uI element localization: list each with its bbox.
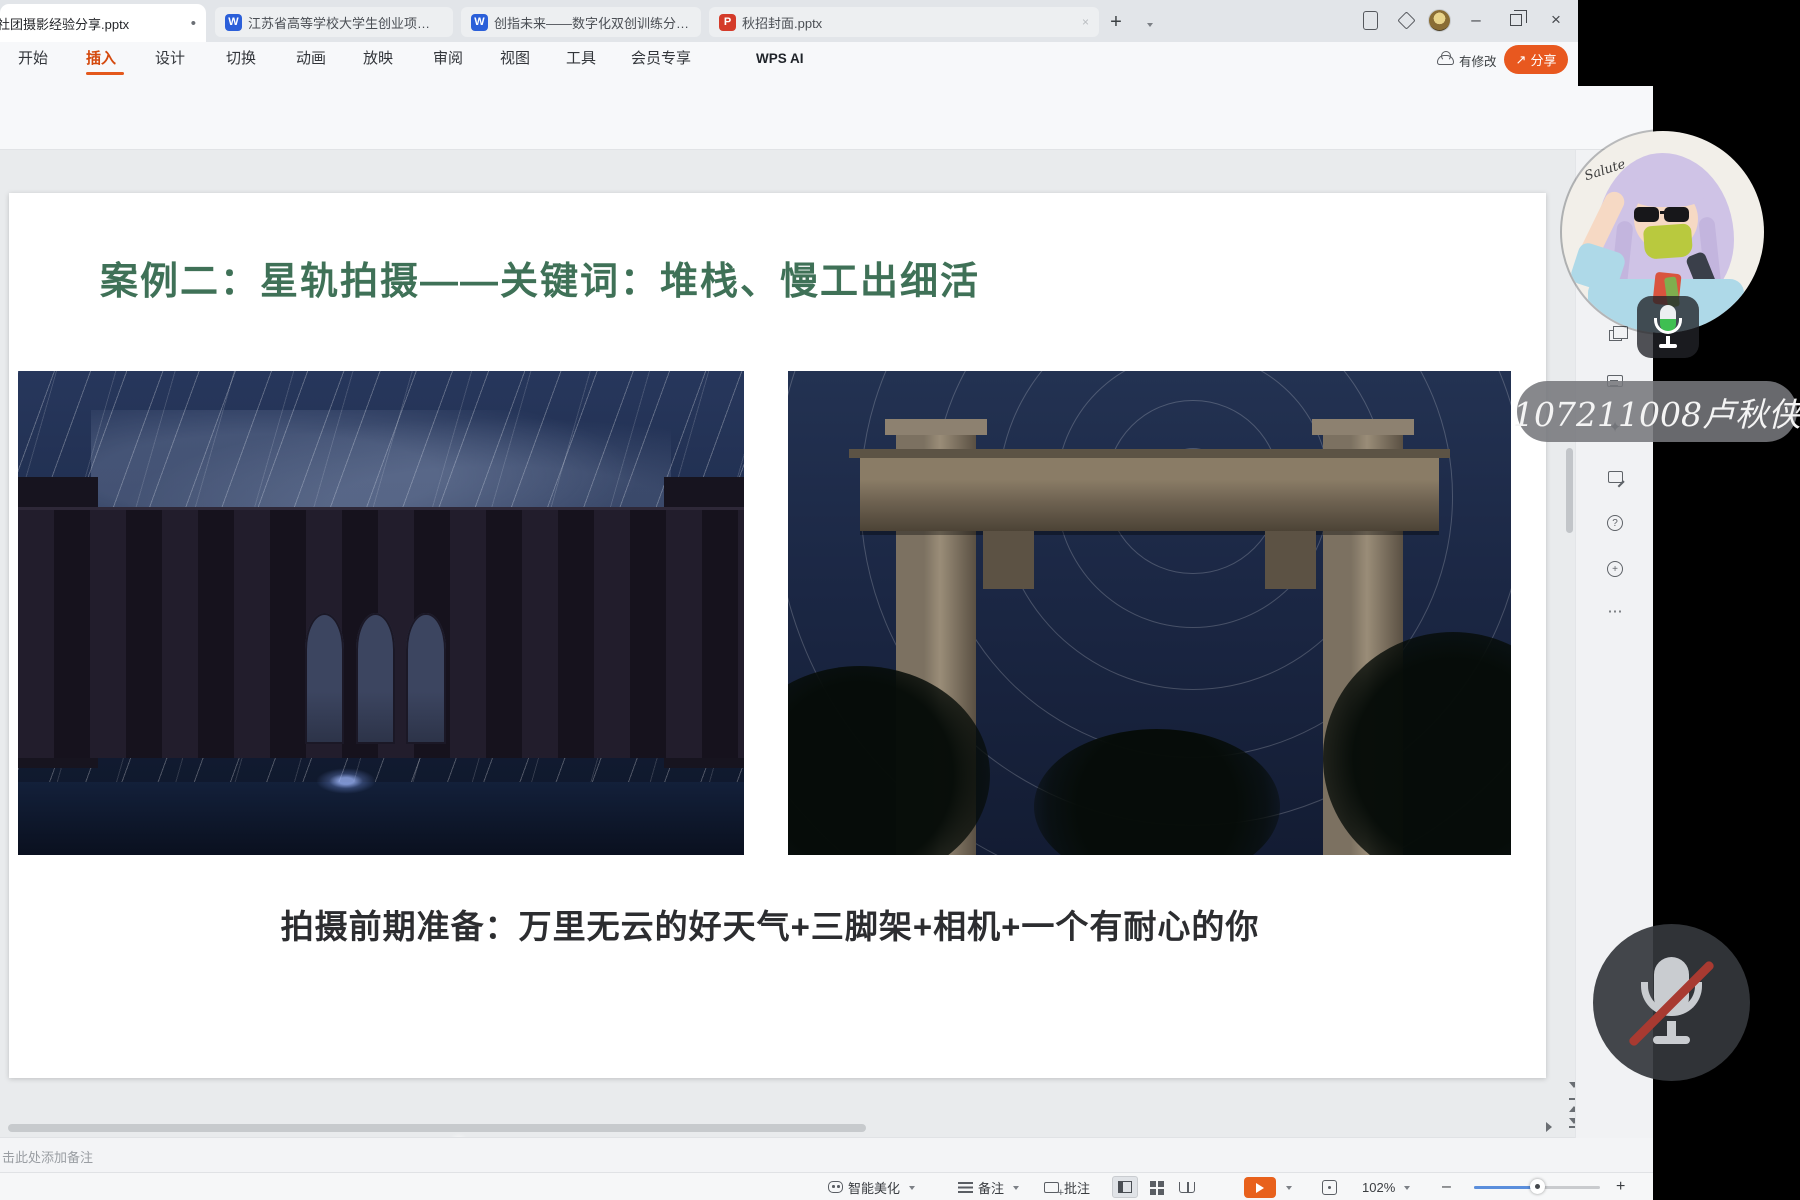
fit-icon bbox=[1322, 1180, 1337, 1195]
notes-bar[interactable]: 击此处添加备注 bbox=[0, 1137, 1653, 1172]
menu-view[interactable]: 视图 bbox=[500, 42, 530, 76]
zoom-in-button[interactable]: + bbox=[1616, 1173, 1625, 1200]
help-icon[interactable]: ? bbox=[1602, 510, 1628, 536]
menu-insert[interactable]: 插入 bbox=[86, 42, 116, 76]
share-label: 分享 bbox=[1530, 50, 1556, 69]
face-mask bbox=[1643, 223, 1693, 259]
tab-current-presentation[interactable]: 社团摄影经验分享.pptx • bbox=[0, 4, 206, 42]
notes-pane-toggle-icon[interactable] bbox=[1546, 1122, 1557, 1132]
horizontal-scrollbar[interactable] bbox=[8, 1124, 866, 1132]
reading-view-button[interactable] bbox=[1174, 1176, 1200, 1198]
view-switcher bbox=[1112, 1173, 1200, 1200]
normal-view-button[interactable] bbox=[1112, 1176, 1138, 1198]
photo-star-trails-gate bbox=[788, 371, 1511, 855]
skin-settings-icon[interactable] bbox=[1356, 6, 1384, 34]
ribbon-toolbar: ❖ 图标 图表 智能图形 流程图 思维导图 A 文本框 bbox=[0, 76, 1653, 150]
screen: 社团摄影经验分享.pptx • W 江苏省高等学校大学生创业项目申报 W 创指未… bbox=[0, 0, 1800, 1200]
tab-close-icon[interactable]: × bbox=[1082, 15, 1089, 29]
minimize-button[interactable]: – bbox=[1462, 6, 1490, 34]
robot-icon bbox=[828, 1181, 843, 1193]
save-status[interactable]: 有修改 bbox=[1437, 47, 1497, 73]
zoom-slider-handle[interactable] bbox=[1530, 1179, 1545, 1194]
menu-slideshow[interactable]: 放映 bbox=[363, 42, 393, 76]
vertical-scrollbar[interactable] bbox=[1566, 448, 1573, 533]
photo-star-trails-building bbox=[18, 371, 744, 855]
tab-doc-2[interactable]: W 创指未来——数字化双创训练分析部 bbox=[461, 7, 701, 37]
more-options-icon[interactable]: ⋯ bbox=[1602, 598, 1628, 624]
comment-icon bbox=[1044, 1182, 1059, 1193]
menu-design[interactable]: 设计 bbox=[155, 42, 185, 76]
comment-toggle-button[interactable]: 批注 bbox=[1044, 1173, 1090, 1200]
integrations-cube-icon[interactable] bbox=[1392, 6, 1420, 34]
document-tab-bar: 社团摄影经验分享.pptx • W 江苏省高等学校大学生创业项目申报 W 创指未… bbox=[0, 0, 1653, 42]
smart-beautify-button[interactable]: 智能美化 bbox=[828, 1173, 915, 1200]
presentation-doc-icon: P bbox=[719, 14, 736, 31]
new-tab-button[interactable]: + bbox=[1102, 8, 1130, 36]
menu-review[interactable]: 审阅 bbox=[433, 42, 463, 76]
zoom-level[interactable]: 102% bbox=[1362, 1173, 1410, 1200]
share-button[interactable]: ↗ 分享 bbox=[1504, 45, 1568, 74]
sunglasses-icon bbox=[1634, 207, 1659, 222]
unsaved-dot-icon: • bbox=[191, 15, 196, 32]
menu-home[interactable]: 开始 bbox=[18, 42, 48, 76]
status-bar: 智能美化 备注 批注 102% – + bbox=[0, 1172, 1653, 1200]
writer-doc-icon: W bbox=[225, 14, 242, 31]
active-menu-underline bbox=[86, 72, 124, 75]
play-slideshow-button[interactable] bbox=[1244, 1177, 1276, 1198]
cloud-sync-icon bbox=[1437, 55, 1454, 65]
meeting-panel-top bbox=[1578, 0, 1800, 86]
slide-sorter-view-button[interactable] bbox=[1143, 1176, 1169, 1198]
tab-label: 创指未来——数字化双创训练分析部 bbox=[494, 13, 691, 32]
menu-tools[interactable]: 工具 bbox=[566, 42, 596, 76]
mic-level-indicator[interactable] bbox=[1637, 296, 1699, 358]
account-avatar[interactable] bbox=[1428, 9, 1451, 32]
close-button[interactable]: × bbox=[1542, 6, 1570, 34]
tab-presentation-2[interactable]: P 秋招封面.pptx × bbox=[709, 7, 1099, 37]
tab-label: 江苏省高等学校大学生创业项目申报 bbox=[248, 13, 443, 32]
invite-collaborator-icon[interactable]: + bbox=[1602, 556, 1628, 582]
slide-title: 案例二：星轨拍摄——关键词：堆栈、慢工出细活 bbox=[100, 250, 980, 305]
proofread-icon[interactable] bbox=[1602, 464, 1628, 490]
menu-member[interactable]: 会员专享 bbox=[631, 42, 691, 76]
restore-button[interactable] bbox=[1502, 6, 1530, 34]
zoom-out-button[interactable]: – bbox=[1442, 1173, 1451, 1200]
menu-animation[interactable]: 动画 bbox=[296, 42, 326, 76]
tab-label: 社团摄影经验分享.pptx bbox=[0, 14, 129, 33]
mute-microphone-button[interactable] bbox=[1593, 924, 1750, 1081]
share-arrow-icon: ↗ bbox=[1516, 52, 1527, 68]
tab-label: 秋招封面.pptx bbox=[742, 13, 822, 32]
play-options-chevron-icon[interactable] bbox=[1282, 1173, 1292, 1200]
writer-doc-icon: W bbox=[471, 14, 488, 31]
save-status-label: 有修改 bbox=[1459, 51, 1497, 70]
notes-placeholder: 击此处添加备注 bbox=[2, 1147, 93, 1166]
wps-window: 社团摄影经验分享.pptx • W 江苏省高等学校大学生创业项目申报 W 创指未… bbox=[0, 0, 1653, 1200]
menu-bar: 开始 插入 设计 切换 动画 放映 审阅 视图 工具 会员专享 WPS AI bbox=[0, 42, 1653, 76]
menu-transition[interactable]: 切换 bbox=[226, 42, 256, 76]
participant-name-tag: 107211008卢秋侠 bbox=[1517, 381, 1797, 442]
tab-list-chevron-icon[interactable] bbox=[1134, 10, 1162, 38]
notes-lines-icon bbox=[958, 1182, 973, 1193]
slide-caption: 拍摄前期准备：万里无云的好天气+三脚架+相机+一个有耐心的你 bbox=[140, 900, 1400, 948]
wps-ai-button[interactable]: WPS AI bbox=[756, 42, 804, 76]
notes-toggle-button[interactable]: 备注 bbox=[958, 1173, 1019, 1200]
fit-slide-button[interactable] bbox=[1322, 1173, 1337, 1200]
tab-doc-1[interactable]: W 江苏省高等学校大学生创业项目申报 bbox=[215, 7, 453, 37]
